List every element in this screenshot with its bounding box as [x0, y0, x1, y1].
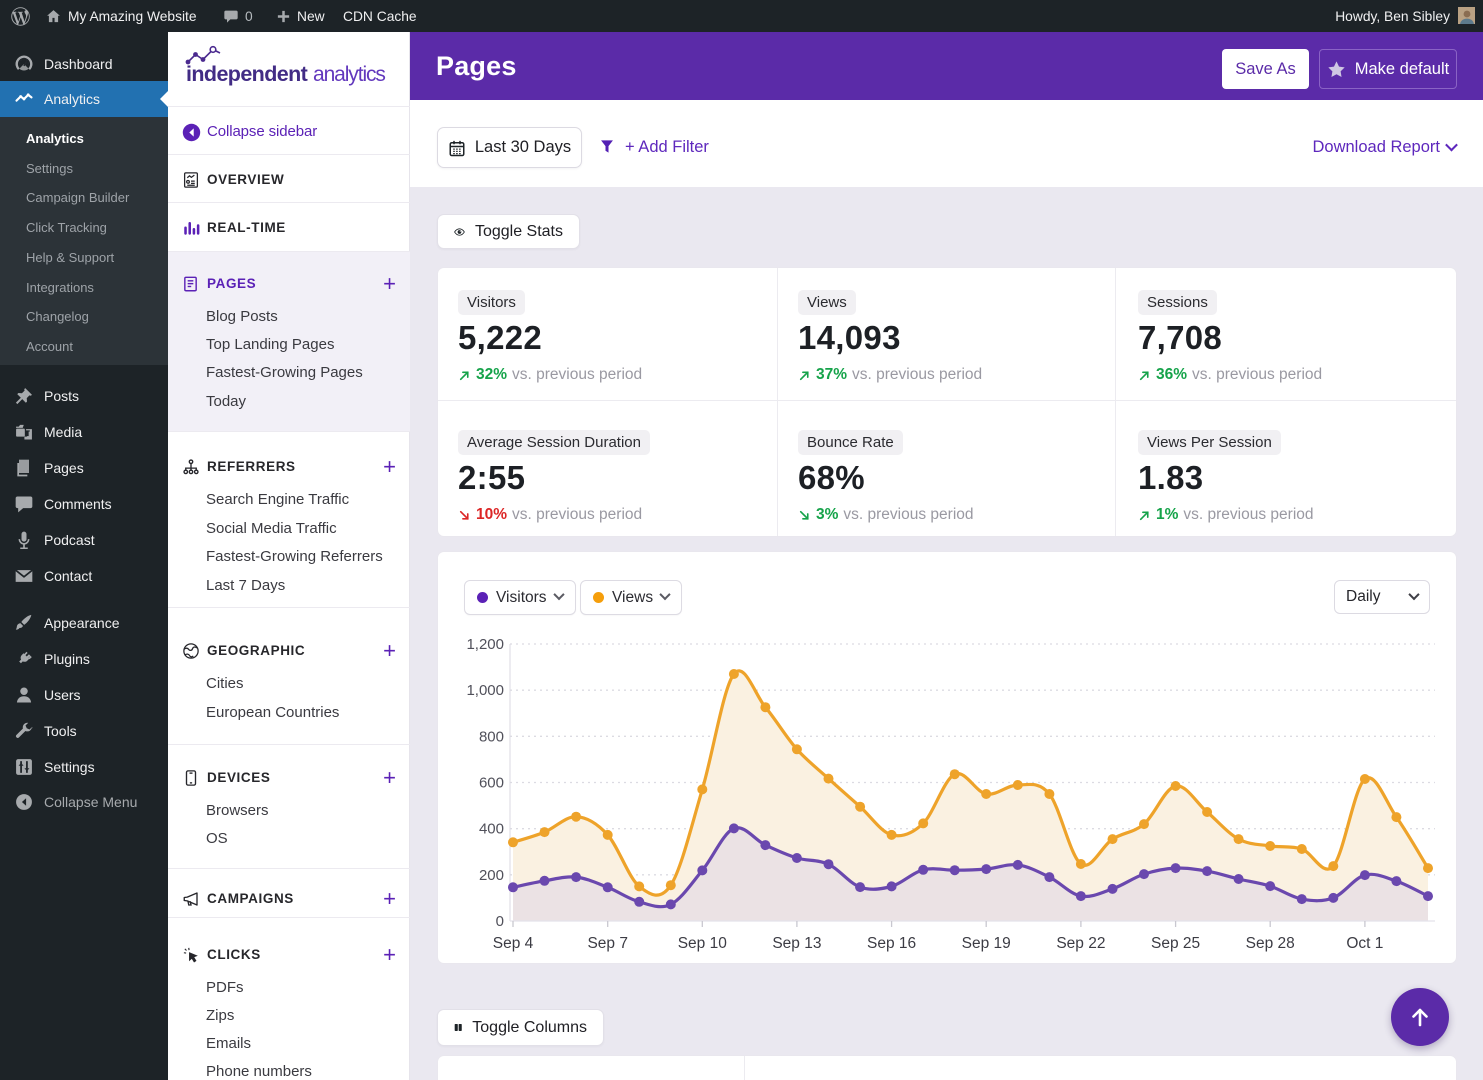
svg-text:1,000: 1,000: [466, 682, 504, 699]
svg-text:0: 0: [496, 913, 504, 930]
svg-text:Sep 4: Sep 4: [493, 935, 534, 952]
svg-text:Sep 25: Sep 25: [1151, 935, 1200, 952]
svg-text:200: 200: [479, 867, 504, 884]
svg-text:Sep 13: Sep 13: [772, 935, 821, 952]
svg-text:800: 800: [479, 728, 504, 745]
svg-text:Sep 10: Sep 10: [678, 935, 728, 952]
svg-text:analytics: analytics: [313, 63, 385, 86]
svg-text:Sep 28: Sep 28: [1246, 935, 1295, 952]
svg-text:Sep 22: Sep 22: [1056, 935, 1105, 952]
svg-text:Sep 19: Sep 19: [962, 935, 1011, 952]
svg-text:600: 600: [479, 775, 504, 792]
svg-text:Sep 16: Sep 16: [867, 935, 916, 952]
svg-text:400: 400: [479, 821, 504, 838]
svg-text:Sep 7: Sep 7: [587, 935, 628, 952]
svg-text:independent: independent: [186, 62, 308, 86]
svg-text:Oct 1: Oct 1: [1346, 935, 1383, 952]
svg-text:1,200: 1,200: [466, 636, 504, 653]
